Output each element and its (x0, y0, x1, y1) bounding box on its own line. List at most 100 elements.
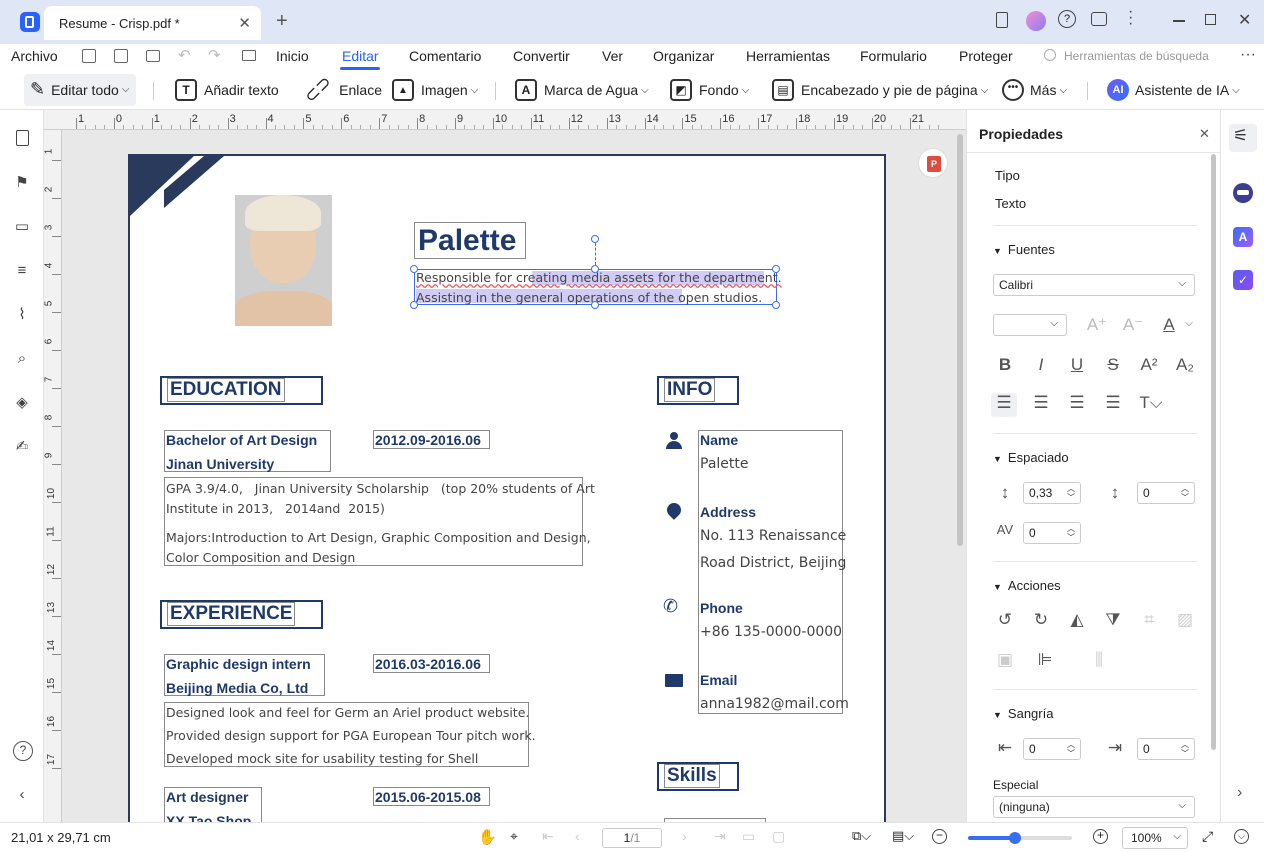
text-direction-icon[interactable]: T⌵ (1139, 393, 1163, 413)
menu-protect[interactable]: Proteger (959, 48, 1013, 64)
minimize-icon[interactable] (1173, 20, 1185, 22)
panel-scrollbar[interactable] (1211, 154, 1216, 750)
extract-icon[interactable]: ▣ (993, 650, 1017, 670)
help-icon[interactable]: ? (1058, 10, 1076, 28)
menu-tools[interactable]: Herramientas (746, 48, 830, 64)
properties-sliders-icon[interactable]: ⚟ (1233, 126, 1248, 146)
resize-handle-bl[interactable] (410, 301, 418, 309)
zoom-slider[interactable] (968, 832, 1072, 844)
page-layout-icon[interactable]: ⧉⌵ (852, 828, 871, 844)
resize-handle-bm[interactable] (591, 301, 599, 309)
layers-list-icon[interactable]: ≡ (13, 262, 31, 280)
page-number-input[interactable]: 1/1 (602, 828, 662, 848)
font-family-select[interactable]: Calibri ⌵ (993, 274, 1195, 296)
menu-form[interactable]: Formulario (860, 48, 927, 64)
comment-icon[interactable]: ▭ (13, 218, 31, 236)
bookmark-icon[interactable]: ⚑ (13, 174, 31, 192)
close-tab-icon[interactable]: ✕ (238, 14, 251, 32)
subscript-icon[interactable]: A₂ (1173, 355, 1197, 375)
menu-comment[interactable]: Comentario (409, 48, 481, 64)
add-text-button[interactable]: T Añadir texto (175, 79, 279, 101)
search-panel-icon[interactable]: ⌕ (13, 350, 31, 368)
menu-file[interactable]: Archivo (11, 48, 58, 64)
decrease-font-icon[interactable]: A⁻ (1121, 315, 1145, 335)
align-right-icon[interactable]: ☰ (1065, 393, 1089, 413)
superscript-icon[interactable]: A² (1137, 355, 1161, 375)
special-select[interactable]: (ninguna) ⌵ (993, 796, 1195, 818)
attachment-icon[interactable]: ⌇ (13, 306, 31, 324)
page-thumbnails-icon[interactable] (13, 130, 31, 148)
resize-handle-br[interactable] (772, 301, 780, 309)
more-status-icon[interactable]: ⌵ (1234, 829, 1249, 844)
tasks-check-icon[interactable]: ✓ (1233, 270, 1253, 290)
next-page-icon[interactable]: › (682, 828, 687, 844)
help-circle-icon[interactable]: ? (13, 741, 33, 761)
collapse-left-icon[interactable]: ‹ (13, 786, 31, 804)
resize-handle-tr[interactable] (772, 265, 780, 273)
avatar[interactable] (1026, 11, 1046, 31)
header-footer-button[interactable]: ▤ Encabezado y pie de página ⌵ (772, 79, 988, 101)
rotate-left-icon[interactable]: ↺ (993, 610, 1017, 630)
indent-left-input[interactable]: 0 ︿ ﹀ (1023, 738, 1081, 760)
print-icon[interactable] (146, 50, 160, 62)
layers-icon[interactable]: ◈ (13, 394, 31, 412)
hand-tool-icon[interactable]: ✋ (478, 828, 497, 846)
rotate-right-icon[interactable]: ↻ (1029, 610, 1053, 630)
font-size-select[interactable]: ⌵ (993, 314, 1067, 336)
menu-convert[interactable]: Convertir (513, 48, 570, 64)
align-objects-icon[interactable]: ⊫ (1033, 650, 1057, 670)
flip-vertical-icon[interactable]: ⧩ (1101, 610, 1125, 630)
zoom-out-icon[interactable]: − (932, 829, 947, 844)
bold-icon[interactable]: B (993, 355, 1017, 375)
last-page-icon[interactable]: ⇥ (714, 828, 726, 845)
spacing-section-header[interactable]: ▼ Espaciado (993, 450, 1069, 465)
expand-panel-icon[interactable]: › (1237, 784, 1242, 802)
pdf-convert-float-icon[interactable]: P (918, 148, 948, 178)
reading-mode-icon[interactable]: ▤⌵ (892, 828, 914, 844)
menu-home[interactable]: Inicio (276, 48, 309, 64)
edit-all-group[interactable]: ✎ Editar todo ⌵ (30, 79, 129, 100)
paragraph-spacing-input[interactable]: 0 ︿ ﹀ (1137, 482, 1195, 504)
zoom-select[interactable]: 100% ⌵ (1122, 827, 1188, 849)
document-tab[interactable]: Resume - Crisp.pdf * ✕ (44, 6, 261, 40)
skills-heading[interactable]: Skills (657, 762, 739, 791)
more-menu-icon[interactable]: ··· (1240, 46, 1256, 64)
background-button[interactable]: ◩ Fondo ⌵ (670, 79, 749, 101)
crop-icon[interactable]: ⌗ (1137, 610, 1161, 630)
link-button[interactable]: ⊂⊃ Enlace (300, 71, 382, 106)
page-fit-icon[interactable]: ▢ (772, 828, 785, 845)
print-preview-icon[interactable] (114, 49, 128, 63)
fullscreen-icon[interactable]: ⤢ (1202, 828, 1213, 845)
strikethrough-icon[interactable]: S (1101, 355, 1125, 375)
increase-font-icon[interactable]: A⁺ (1085, 315, 1109, 335)
resume-page[interactable]: Palette Responsible for creating media a… (128, 154, 886, 822)
close-window-icon[interactable]: ✕ (1238, 10, 1251, 30)
align-center-icon[interactable]: ☰ (1029, 393, 1053, 413)
indent-right-input[interactable]: 0 ︿ ﹀ (1137, 738, 1195, 760)
prev-page-icon[interactable]: ‹ (575, 828, 580, 844)
maximize-icon[interactable] (1205, 14, 1216, 25)
first-page-icon[interactable]: ⇤ (542, 828, 554, 845)
underline-icon[interactable]: U (1065, 355, 1089, 375)
fonts-section-header[interactable]: ▼ Fuentes (993, 242, 1055, 257)
redo-icon[interactable]: ↷ (208, 46, 221, 64)
document-icon[interactable] (996, 12, 1008, 28)
undo-icon[interactable]: ↶ (178, 46, 191, 64)
indent-section-header[interactable]: ▼ Sangría (993, 706, 1053, 721)
search-tools-input[interactable]: Herramientas de búsqueda (1064, 49, 1209, 63)
rotate-handle[interactable] (591, 235, 599, 243)
justify-icon[interactable]: ☰ (1101, 393, 1125, 413)
document-canvas[interactable]: Palette Responsible for creating media a… (62, 130, 966, 822)
profile-photo[interactable] (235, 195, 332, 326)
watermark-button[interactable]: A Marca de Agua ⌵ (515, 79, 649, 101)
flip-horizontal-icon[interactable]: ◭ (1065, 610, 1089, 630)
new-tab-button[interactable]: + (276, 10, 288, 33)
menu-edit[interactable]: Editar (342, 48, 379, 64)
ai-robot-icon[interactable] (1233, 183, 1253, 203)
italic-icon[interactable]: I (1029, 355, 1053, 375)
mail-icon[interactable] (242, 50, 256, 61)
actions-section-header[interactable]: ▼ Acciones (993, 578, 1061, 593)
education-heading[interactable]: EDUCATION (160, 376, 323, 405)
info-heading[interactable]: INFO (657, 376, 739, 405)
menu-organize[interactable]: Organizar (653, 48, 714, 64)
